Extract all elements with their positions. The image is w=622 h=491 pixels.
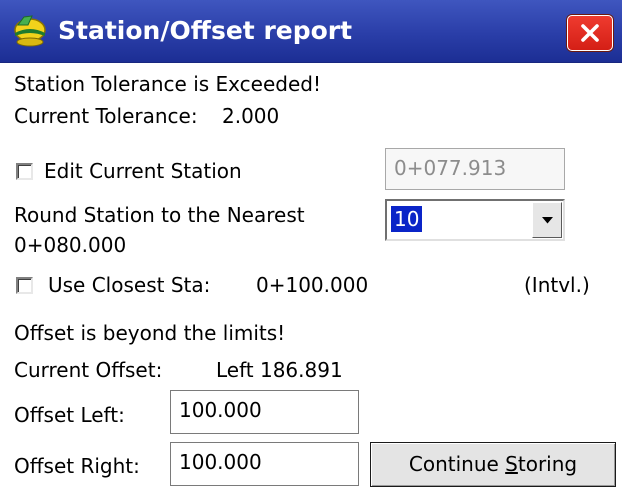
- continue-storing-button[interactable]: Continue Storing: [370, 442, 616, 487]
- window-title: Station/Offset report: [58, 16, 353, 45]
- round-interval-dropdown[interactable]: 10: [385, 199, 565, 241]
- closest-station-value: 0+100.000: [256, 273, 369, 297]
- close-icon: [581, 24, 599, 42]
- interval-note: (Intvl.): [524, 273, 590, 297]
- current-tolerance-value: 2.000: [222, 104, 280, 128]
- round-station-label: Round Station to the Nearest: [14, 203, 305, 227]
- current-tolerance-label: Current Tolerance:: [14, 104, 198, 128]
- continue-button-suffix: toring: [517, 452, 578, 476]
- use-closest-station-checkbox[interactable]: [16, 277, 33, 294]
- round-interval-selected: 10: [391, 206, 423, 232]
- current-offset-value: Left 186.891: [216, 358, 343, 382]
- title-bar: Station/Offset report: [0, 0, 622, 63]
- surveyor-hardhat-icon: [10, 13, 48, 49]
- station-tolerance-message: Station Tolerance is Exceeded!: [14, 72, 321, 96]
- edit-current-station-checkbox[interactable]: [16, 163, 33, 180]
- current-offset-label: Current Offset:: [14, 358, 163, 382]
- chevron-down-icon: [542, 217, 553, 224]
- offset-right-input[interactable]: 100.000: [170, 442, 359, 486]
- offset-left-label: Offset Left:: [14, 403, 125, 427]
- use-closest-station-label[interactable]: Use Closest Sta:: [48, 273, 210, 297]
- continue-button-accelerator: S: [505, 452, 518, 476]
- dropdown-arrow-button[interactable]: [532, 202, 562, 238]
- station-offset-report-window: Station/Offset report Station Tolerance …: [0, 0, 622, 491]
- offset-left-input[interactable]: 100.000: [170, 390, 359, 434]
- rounded-station-value: 0+080.000: [14, 233, 127, 257]
- offset-limits-message: Offset is beyond the limits!: [14, 321, 286, 345]
- edit-current-station-label[interactable]: Edit Current Station: [44, 159, 242, 183]
- current-station-field[interactable]: 0+077.913: [385, 148, 565, 190]
- offset-right-label: Offset Right:: [14, 454, 140, 478]
- close-button[interactable]: [567, 15, 613, 51]
- continue-button-prefix: Continue: [408, 452, 506, 476]
